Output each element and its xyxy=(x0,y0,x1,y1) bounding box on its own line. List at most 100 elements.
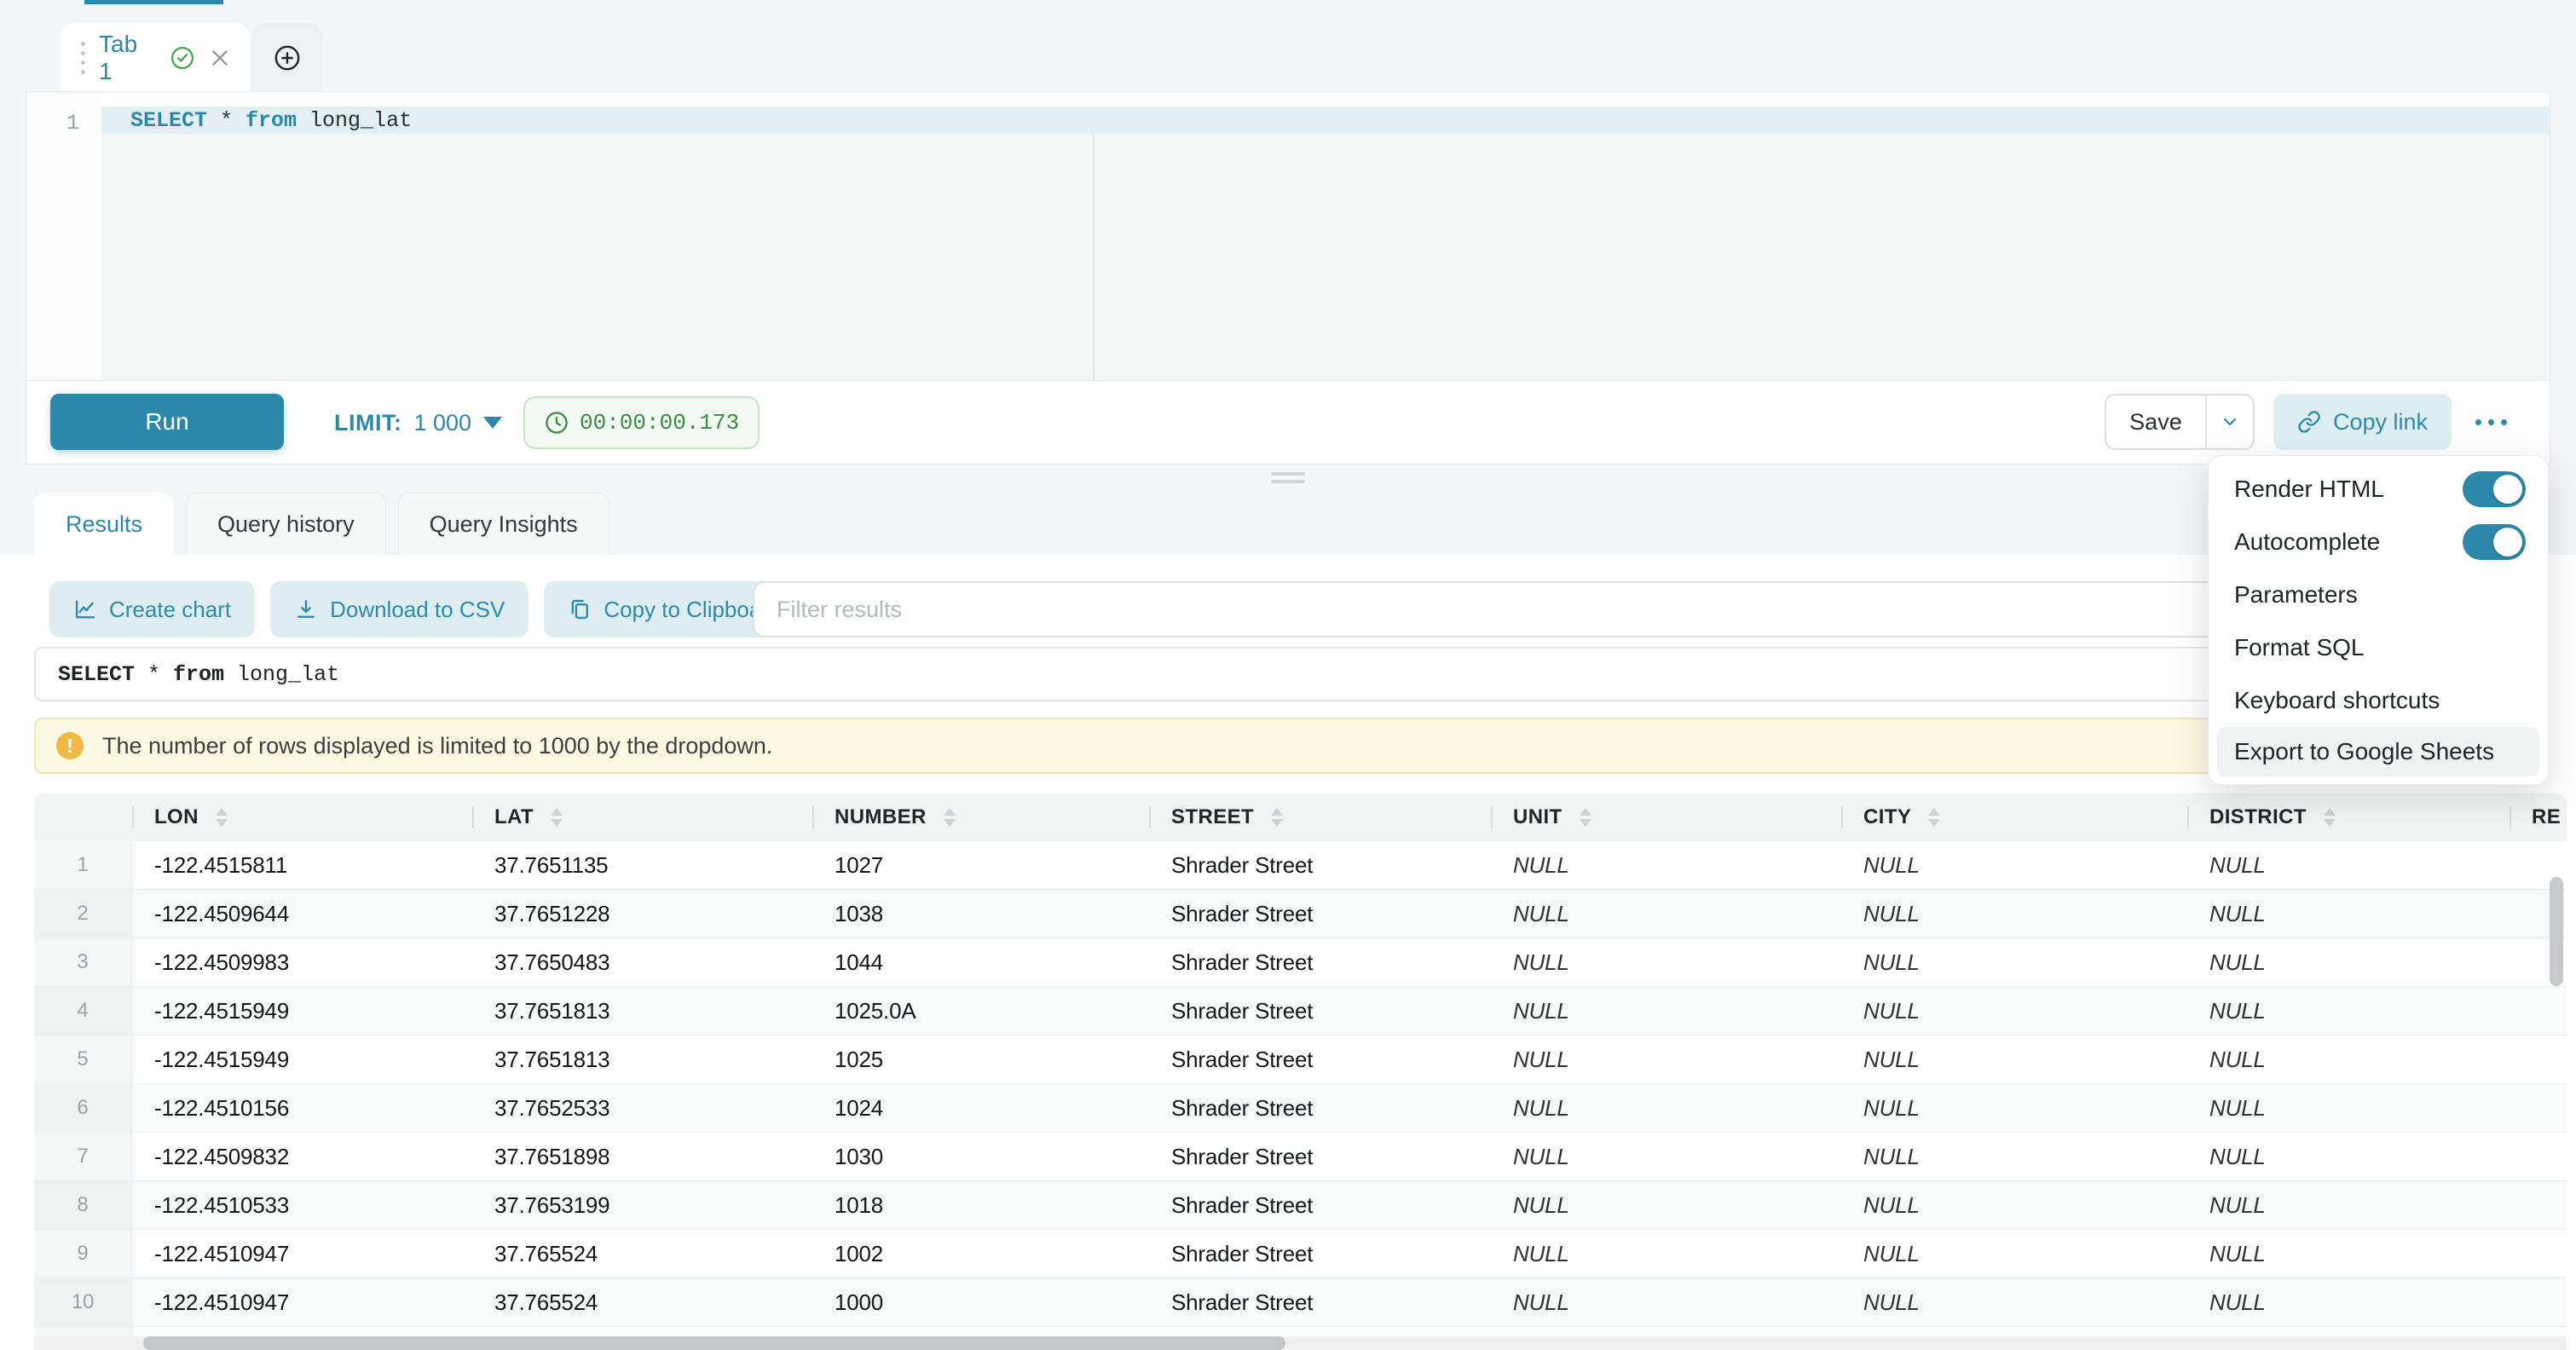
menu-item-format-sql[interactable]: Format SQL xyxy=(2209,621,2548,674)
table-cell[interactable]: -122.4515811 xyxy=(132,841,472,889)
menu-item-keyboard-shortcuts[interactable]: Keyboard shortcuts xyxy=(2209,674,2548,727)
table-cell[interactable]: 37.7651898 xyxy=(472,1133,812,1180)
tab-results[interactable]: Results xyxy=(34,493,174,555)
table-cell[interactable]: 37.765524 xyxy=(472,1230,812,1278)
column-header-street[interactable]: STREET xyxy=(1149,793,1491,841)
limit-dropdown[interactable]: LIMIT: 1 000 xyxy=(334,381,502,464)
table-cell[interactable]: NULL xyxy=(1841,1084,2187,1132)
table-cell[interactable]: NULL xyxy=(2187,987,2510,1035)
table-cell[interactable]: Shrader Street xyxy=(1149,1278,1491,1326)
table-cell[interactable]: Shrader Street xyxy=(1149,1181,1491,1229)
query-tab-active[interactable]: Tab 1 xyxy=(61,23,250,92)
editor-active-line[interactable]: SELECT * from long_lat xyxy=(101,107,2550,134)
table-cell[interactable]: NULL xyxy=(1841,890,2187,938)
table-cell[interactable] xyxy=(2510,1230,2567,1278)
save-button[interactable]: Save xyxy=(2106,395,2205,448)
sort-icon[interactable] xyxy=(551,808,563,827)
horizontal-scrollbar-thumb[interactable] xyxy=(143,1336,1285,1350)
table-cell[interactable] xyxy=(2510,1181,2567,1229)
render-html-toggle[interactable] xyxy=(2463,471,2526,507)
table-cell[interactable]: NULL xyxy=(2187,841,2510,889)
table-cell[interactable] xyxy=(2510,1278,2567,1326)
sort-icon[interactable] xyxy=(216,808,228,827)
table-cell[interactable] xyxy=(2510,987,2567,1035)
column-header-number[interactable]: NUMBER xyxy=(812,793,1149,841)
table-cell[interactable]: 1044 xyxy=(812,938,1149,986)
table-cell[interactable]: 37.7651813 xyxy=(472,1036,812,1083)
column-header-lon[interactable]: LON xyxy=(132,793,472,841)
tab-query-history[interactable]: Query history xyxy=(186,493,386,555)
close-tab-icon[interactable] xyxy=(209,47,231,69)
table-cell[interactable]: NULL xyxy=(2187,938,2510,986)
table-cell[interactable]: -122.4510947 xyxy=(132,1230,472,1278)
table-cell[interactable]: NULL xyxy=(2187,1230,2510,1278)
table-cell[interactable] xyxy=(2510,1036,2567,1083)
table-cell[interactable]: NULL xyxy=(1491,1084,1841,1132)
table-cell[interactable]: Shrader Street xyxy=(1149,1036,1491,1083)
table-cell[interactable]: Shrader Street xyxy=(1149,890,1491,938)
table-cell[interactable]: NULL xyxy=(1841,1036,2187,1083)
tab-query-insights[interactable]: Query Insights xyxy=(398,493,609,555)
column-header-city[interactable]: CITY xyxy=(1841,793,2187,841)
table-cell[interactable]: NULL xyxy=(1491,1036,1841,1083)
sql-editor[interactable]: 1 SELECT * from long_lat xyxy=(26,92,2550,382)
table-cell[interactable]: 1002 xyxy=(812,1230,1149,1278)
pane-resize-handle[interactable] xyxy=(1264,472,1312,486)
table-cell[interactable]: Shrader Street xyxy=(1149,841,1491,889)
table-cell[interactable]: -122.4515949 xyxy=(132,987,472,1035)
table-cell[interactable]: -122.4510947 xyxy=(132,1278,472,1326)
table-cell[interactable]: -122.4510156 xyxy=(132,1084,472,1132)
new-tab-button[interactable] xyxy=(252,23,322,92)
table-cell[interactable]: NULL xyxy=(1491,1230,1841,1278)
sort-icon[interactable] xyxy=(1580,808,1591,827)
autocomplete-toggle[interactable] xyxy=(2463,524,2526,560)
table-cell[interactable]: 37.7651135 xyxy=(472,841,812,889)
table-cell[interactable]: 1000 xyxy=(812,1278,1149,1326)
horizontal-scrollbar[interactable] xyxy=(34,1336,2567,1350)
table-cell[interactable]: Shrader Street xyxy=(1149,938,1491,986)
table-cell[interactable]: 37.7653199 xyxy=(472,1181,812,1229)
menu-item-render-html[interactable]: Render HTML xyxy=(2209,463,2548,516)
copy-link-button[interactable]: Copy link xyxy=(2273,394,2452,450)
table-cell[interactable]: 1038 xyxy=(812,890,1149,938)
table-cell[interactable]: 1025 xyxy=(812,1036,1149,1083)
table-cell[interactable]: 37.7651813 xyxy=(472,987,812,1035)
table-cell[interactable]: 1024 xyxy=(812,1084,1149,1132)
table-cell[interactable]: NULL xyxy=(1491,841,1841,889)
more-options-button[interactable] xyxy=(2470,411,2512,434)
table-cell[interactable]: NULL xyxy=(1841,987,2187,1035)
table-cell[interactable]: 1025.0A xyxy=(812,987,1149,1035)
table-cell[interactable]: Shrader Street xyxy=(1149,1230,1491,1278)
table-cell[interactable]: NULL xyxy=(2187,890,2510,938)
save-options-button[interactable] xyxy=(2205,395,2253,448)
table-cell[interactable]: NULL xyxy=(1491,1181,1841,1229)
table-cell[interactable]: NULL xyxy=(1841,1133,2187,1180)
table-cell[interactable]: 37.7651228 xyxy=(472,890,812,938)
vertical-scrollbar-thumb[interactable] xyxy=(2550,877,2563,986)
table-cell[interactable]: 37.7650483 xyxy=(472,938,812,986)
table-cell[interactable]: NULL xyxy=(1841,1230,2187,1278)
table-cell[interactable]: NULL xyxy=(1841,841,2187,889)
table-cell[interactable] xyxy=(2510,1084,2567,1132)
table-cell[interactable]: NULL xyxy=(1491,938,1841,986)
table-cell[interactable]: -122.4515949 xyxy=(132,1036,472,1083)
download-csv-button[interactable]: Download to CSV xyxy=(270,581,528,638)
menu-item-parameters[interactable]: Parameters xyxy=(2209,568,2548,621)
sort-icon[interactable] xyxy=(1271,808,1283,827)
table-cell[interactable]: 1030 xyxy=(812,1133,1149,1180)
table-cell[interactable] xyxy=(2510,1133,2567,1180)
table-cell[interactable]: NULL xyxy=(2187,1278,2510,1326)
table-cell[interactable]: Shrader Street xyxy=(1149,1084,1491,1132)
sort-icon[interactable] xyxy=(1928,808,1940,827)
table-cell[interactable]: 37.765524 xyxy=(472,1278,812,1326)
table-cell[interactable]: 1018 xyxy=(812,1181,1149,1229)
table-cell[interactable]: NULL xyxy=(2187,1036,2510,1083)
table-cell[interactable]: -122.4509832 xyxy=(132,1133,472,1180)
table-cell[interactable]: NULL xyxy=(1491,1133,1841,1180)
sort-icon[interactable] xyxy=(2324,808,2336,827)
menu-item-export-google-sheets[interactable]: Export to Google Sheets xyxy=(2217,727,2539,776)
column-header-district[interactable]: DISTRICT xyxy=(2187,793,2510,841)
create-chart-button[interactable]: Create chart xyxy=(49,581,255,638)
run-button[interactable]: Run xyxy=(50,394,284,450)
table-cell[interactable]: Shrader Street xyxy=(1149,987,1491,1035)
